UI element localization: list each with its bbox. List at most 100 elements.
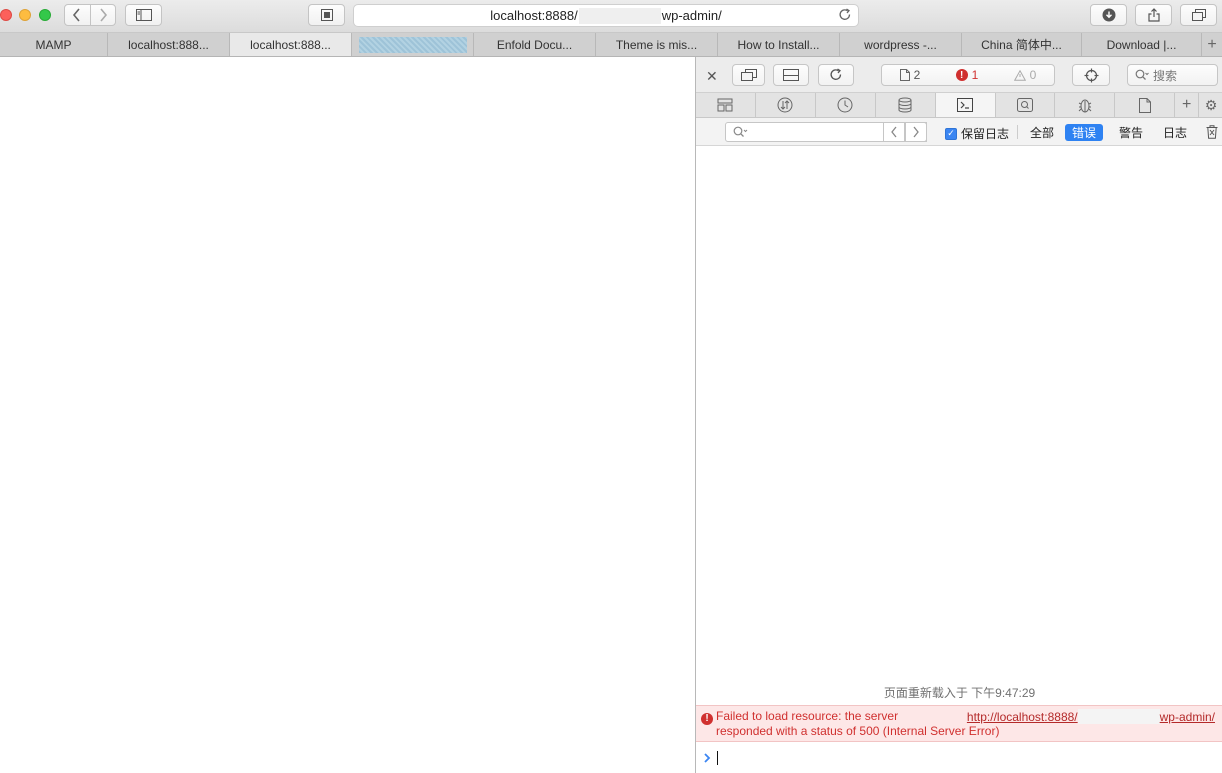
page-reload-note: 页面重新载入于 下午9:47:29 <box>883 686 1036 700</box>
error-icon: ! <box>701 710 713 725</box>
gear-icon: ⚙ <box>1204 96 1218 113</box>
console-prompt[interactable] <box>696 742 1222 773</box>
tab-elements[interactable] <box>696 93 756 117</box>
tab-bar: MAMP localhost:888... localhost:888... E… <box>0 33 1222 57</box>
console-filter-bar: ✓ 保留日志 全部 错误 警告 日志 <box>696 118 1222 146</box>
tab-network[interactable] <box>756 93 816 117</box>
inspector-toolbar: ✕ 2 ! 1 0 搜索 <box>696 57 1222 93</box>
reload-icon <box>830 68 842 80</box>
sidebar-icon <box>135 9 152 21</box>
filter-errors[interactable]: 错误 <box>1065 124 1104 141</box>
tab-localhost-2-active[interactable]: localhost:888... <box>230 33 352 56</box>
tab-debugger[interactable] <box>1055 93 1116 117</box>
error-text-line2: responded with a status of 500 (Internal… <box>716 724 1000 738</box>
square-stop-icon <box>320 9 333 21</box>
history-nav <box>64 4 116 26</box>
inspector-search[interactable]: 搜索 <box>1127 64 1218 86</box>
tabs-overview-icon <box>1191 9 1206 21</box>
minimize-window-button[interactable] <box>19 9 31 21</box>
filter-prev-button[interactable] <box>883 122 905 142</box>
elements-icon <box>717 98 733 112</box>
url-suffix: wp-admin/ <box>661 8 722 23</box>
console-icon <box>957 98 974 112</box>
tab-how-to-install[interactable]: How to Install... <box>718 33 840 56</box>
error-text-line1: Failed to load resource: the server <box>716 709 899 723</box>
reload-page-button[interactable] <box>818 64 854 86</box>
filter-logs[interactable]: 日志 <box>1156 124 1194 141</box>
plus-icon: + <box>1207 35 1217 53</box>
tab-download[interactable]: Download |... <box>1082 33 1202 56</box>
filter-next-button[interactable] <box>905 122 927 142</box>
url-redacted <box>578 7 661 24</box>
tab-resources[interactable] <box>1115 93 1176 117</box>
tab-storage[interactable] <box>876 93 936 117</box>
error-link-suffix: wp-admin/ <box>1159 709 1215 724</box>
trash-icon <box>1206 125 1218 139</box>
filter-all[interactable]: 全部 <box>1023 124 1061 141</box>
zoom-window-button[interactable] <box>39 9 51 21</box>
inspector-tabs: + ⚙ <box>696 93 1222 118</box>
crosshair-icon <box>1084 68 1098 82</box>
downloads-button[interactable] <box>1090 4 1127 26</box>
search-icon <box>733 126 748 137</box>
tab-sources[interactable] <box>996 93 1056 117</box>
tab-theme-missing[interactable]: Theme is mis... <box>596 33 718 56</box>
console-output: 页面重新载入于 下午9:47:29 ! Failed to load resou… <box>696 146 1222 773</box>
add-tab-button[interactable]: + <box>1175 93 1200 117</box>
prompt-chevron-icon <box>704 752 711 763</box>
redacted-tab-label <box>358 36 467 53</box>
sidebar-button[interactable] <box>125 4 162 26</box>
tab-enfold-docs[interactable]: Enfold Docu... <box>474 33 596 56</box>
resource-count[interactable]: 2 <box>899 68 920 82</box>
dock-bottom-button[interactable] <box>773 64 809 86</box>
clear-console-button[interactable] <box>1206 125 1218 142</box>
dock-bottom-icon <box>783 69 799 81</box>
web-inspector: ✕ 2 ! 1 0 搜索 + ⚙ ✓ 保留日志 全部 错误 警告 日志 页面重新… <box>695 57 1222 773</box>
clock-icon <box>837 97 853 113</box>
tab-localhost-1[interactable]: localhost:888... <box>108 33 230 56</box>
back-button[interactable] <box>65 5 90 25</box>
chevron-left-icon <box>73 8 80 22</box>
search-icon <box>1135 69 1149 80</box>
address-bar[interactable]: localhost:8888/wp-admin/ <box>353 4 859 27</box>
tab-china[interactable]: China 简体中... <box>962 33 1082 56</box>
error-source-link[interactable]: http://localhost:8888/wp-admin/ <box>967 709 1215 724</box>
tab-wordpress[interactable]: wordpress -... <box>840 33 962 56</box>
checkbox-checked-icon[interactable]: ✓ <box>945 127 957 140</box>
url-prefix: localhost:8888/ <box>490 8 578 23</box>
filter-warnings[interactable]: 警告 <box>1112 124 1150 141</box>
divider <box>1017 125 1018 139</box>
element-picker-button[interactable] <box>1072 64 1110 86</box>
tab-console[interactable] <box>935 93 996 117</box>
warning-count[interactable]: 0 <box>1013 68 1036 82</box>
share-button[interactable] <box>1135 4 1172 26</box>
reload-icon <box>839 8 851 20</box>
forward-button[interactable] <box>89 5 116 25</box>
inspector-settings-button[interactable]: ⚙ <box>1199 93 1222 117</box>
show-tabs-button[interactable] <box>1180 4 1217 26</box>
browser-toolbar: localhost:8888/wp-admin/ <box>0 0 1222 33</box>
inspector-search-placeholder: 搜索 <box>1153 68 1178 83</box>
console-error-message[interactable]: ! Failed to load resource: the server ht… <box>696 705 1222 742</box>
error-icon: ! <box>955 69 968 81</box>
network-icon <box>777 97 793 113</box>
tab-timelines[interactable] <box>816 93 876 117</box>
tab-mamp[interactable]: MAMP <box>0 33 108 56</box>
preserve-log-toggle[interactable]: ✓ 保留日志 <box>945 125 1009 142</box>
error-count[interactable]: ! 1 <box>955 68 978 82</box>
reader-button[interactable] <box>308 4 345 26</box>
detach-inspector-button[interactable] <box>732 64 765 86</box>
document-icon <box>899 69 910 81</box>
close-inspector-icon[interactable]: ✕ <box>706 68 718 85</box>
magnifier-icon <box>1016 98 1033 112</box>
reload-button[interactable] <box>838 8 852 25</box>
tab-redacted[interactable] <box>352 33 474 56</box>
new-tab-button[interactable]: + <box>1202 33 1222 56</box>
share-icon <box>1147 8 1160 22</box>
page-viewport[interactable] <box>0 57 695 773</box>
close-window-button[interactable] <box>0 9 12 21</box>
document-icon <box>1138 97 1151 113</box>
chevron-right-icon <box>913 126 919 138</box>
preserve-log-label: 保留日志 <box>961 127 1010 141</box>
error-link-prefix: http://localhost:8888/ <box>966 709 1078 724</box>
